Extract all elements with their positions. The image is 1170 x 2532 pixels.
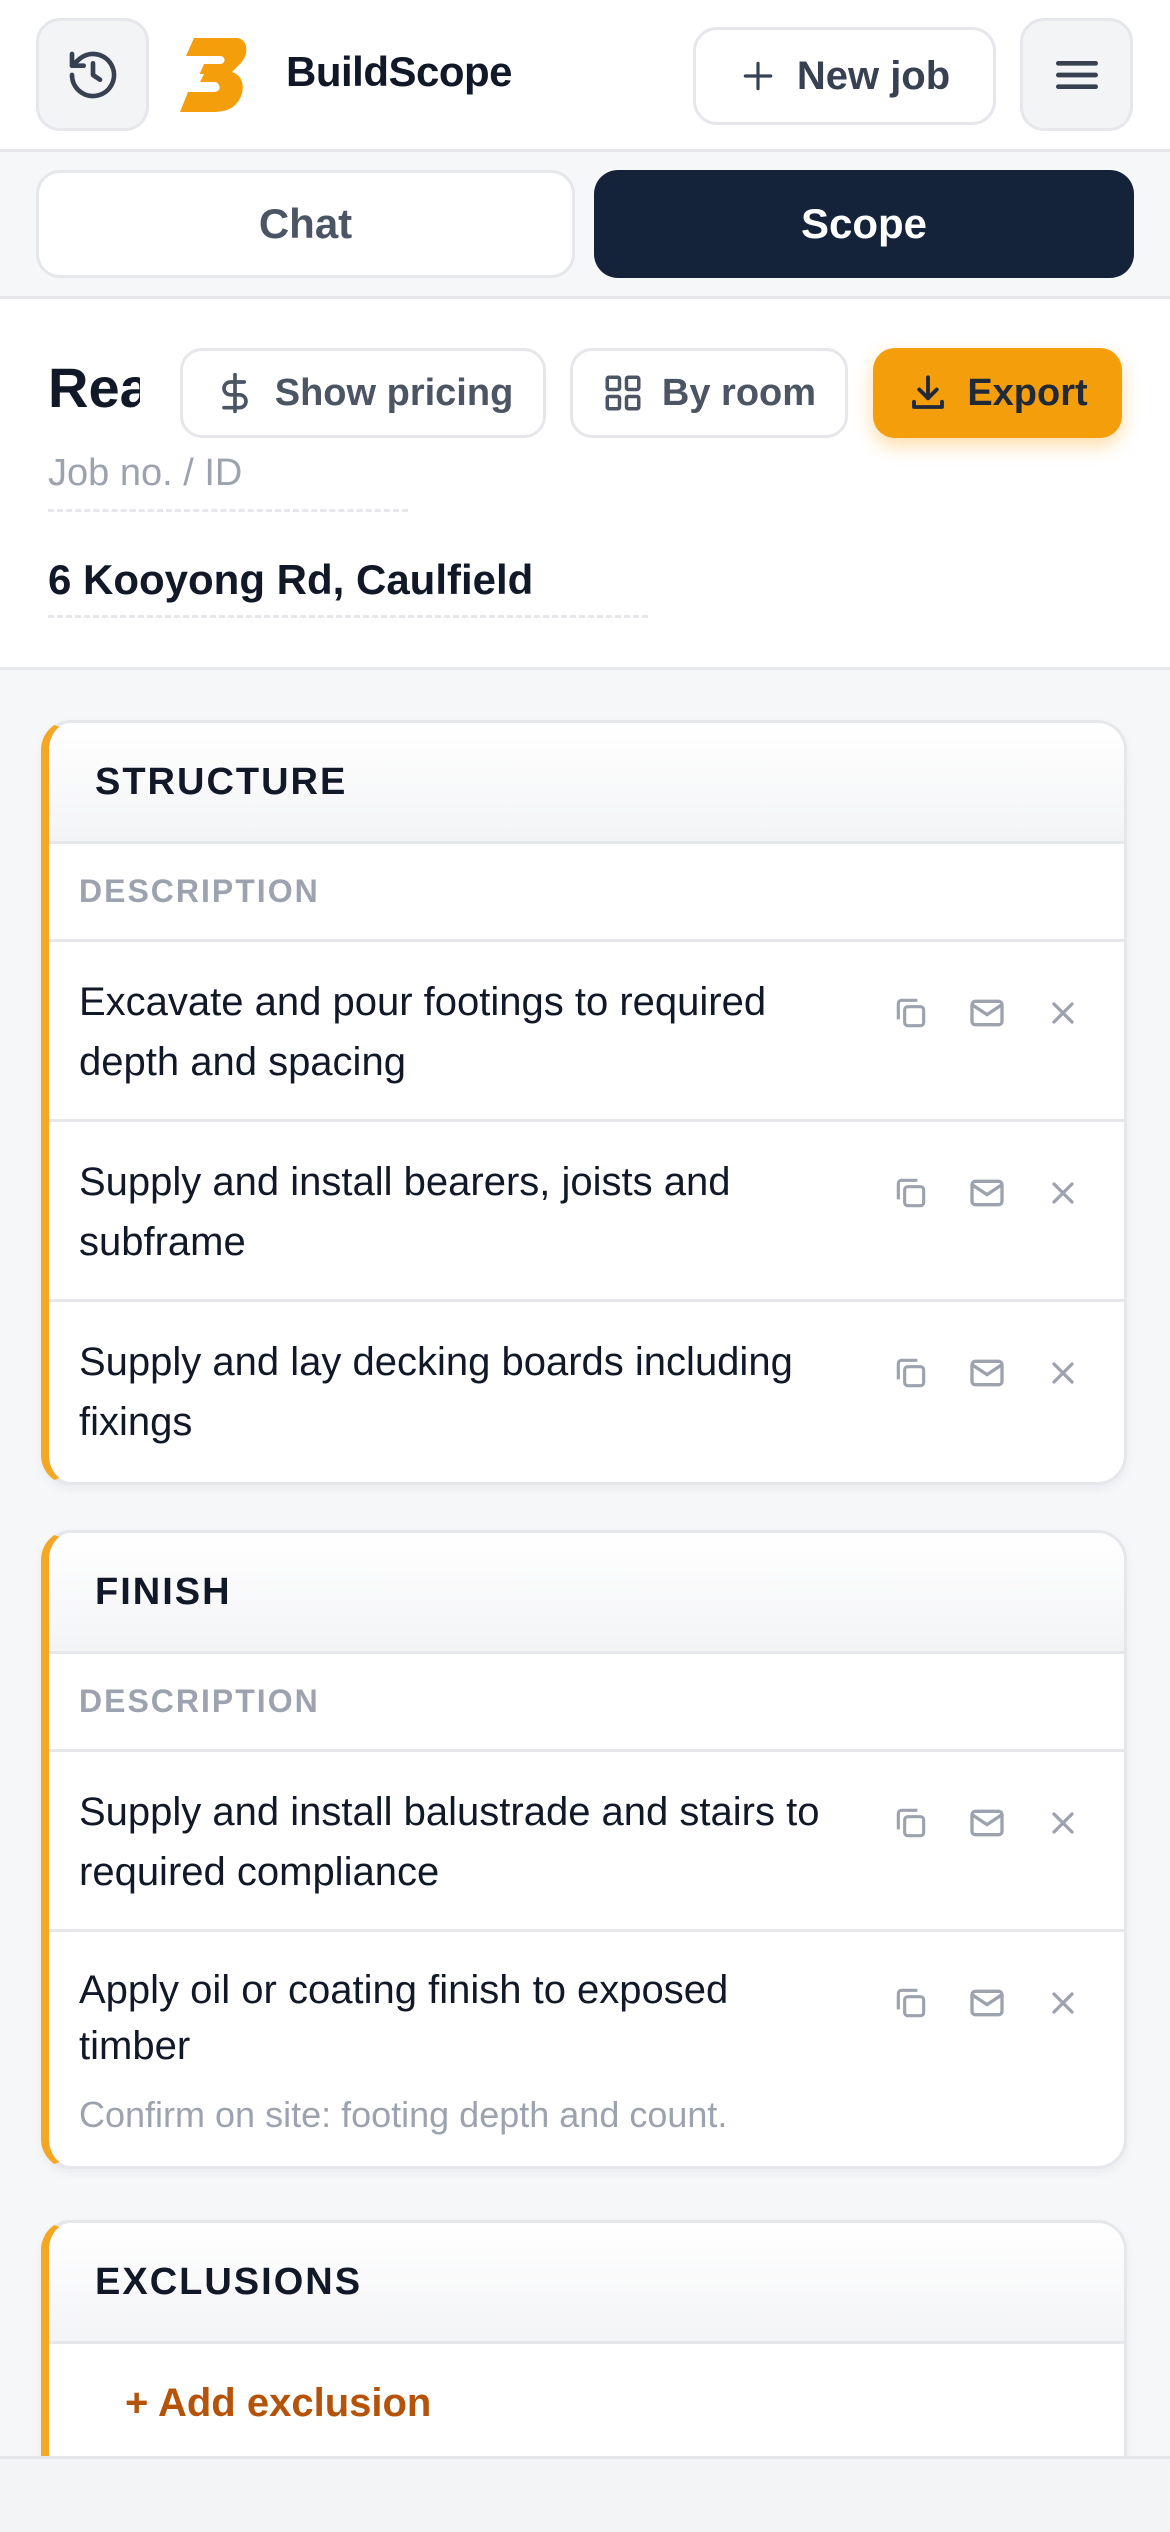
table-row: Supply and install bearers, joists and s… (49, 1122, 1124, 1302)
table-row: Excavate and pour footings to required d… (49, 942, 1124, 1122)
close-icon[interactable] (1042, 1352, 1084, 1394)
export-button[interactable]: Export (873, 348, 1122, 438)
grid-icon (605, 375, 641, 411)
scope-item-text[interactable]: Excavate and pour footings to required d… (79, 972, 839, 1092)
plus-icon (743, 61, 773, 91)
section-exclusions: EXCLUSIONS + Add exclusion (41, 2220, 1127, 2460)
brand-name: BuildScope (286, 48, 513, 95)
table-row: Apply oil or coating finish to exposed t… (49, 1932, 1124, 2166)
download-icon (912, 375, 945, 409)
history-button[interactable] (36, 18, 149, 131)
table-row: Supply and lay decking boards including … (49, 1302, 1124, 1482)
new-job-button[interactable]: New job (693, 27, 996, 125)
bottom-bar (0, 2456, 1170, 2532)
add-exclusion-link[interactable]: + Add exclusion (49, 2344, 1124, 2460)
new-job-label: New job (796, 53, 951, 98)
column-header-description: DESCRIPTION (49, 1654, 1124, 1752)
by-room-label: By room (661, 371, 817, 414)
tab-scope[interactable]: Scope (594, 170, 1134, 278)
section-structure: STRUCTURE DESCRIPTION Excavate and pour … (41, 720, 1127, 1485)
job-title[interactable]: Rea (48, 355, 140, 420)
mail-icon[interactable] (966, 1172, 1008, 1214)
copy-icon[interactable] (890, 1352, 932, 1394)
copy-icon[interactable] (890, 1802, 932, 1844)
mail-icon[interactable] (966, 1802, 1008, 1844)
scope-item-text[interactable]: Supply and install balustrade and stairs… (79, 1782, 839, 1902)
section-title: FINISH (49, 1533, 1124, 1654)
history-icon (69, 51, 116, 98)
mail-icon[interactable] (966, 992, 1008, 1034)
close-icon[interactable] (1042, 1982, 1084, 2024)
scope-item-text[interactable]: Supply and install bearers, joists and s… (79, 1152, 839, 1272)
section-title: STRUCTURE (49, 723, 1124, 844)
copy-icon[interactable] (890, 1172, 932, 1214)
view-tabs: Chat Scope (0, 152, 1170, 299)
mail-icon[interactable] (966, 1352, 1008, 1394)
dollar-icon (221, 372, 248, 414)
tab-chat[interactable]: Chat (36, 170, 575, 278)
buildscope-logo (174, 38, 247, 112)
show-pricing-button[interactable]: Show pricing (180, 348, 546, 438)
menu-button[interactable] (1020, 18, 1133, 131)
scope-item-text[interactable]: Supply and lay decking boards including … (79, 1332, 839, 1452)
show-pricing-label: Show pricing (274, 371, 514, 414)
close-icon[interactable] (1042, 992, 1084, 1034)
section-finish: FINISH DESCRIPTION Supply and install ba… (41, 1530, 1127, 2169)
table-row: Supply and install balustrade and stairs… (49, 1752, 1124, 1932)
copy-icon[interactable] (890, 992, 932, 1034)
job-header: Rea Show pricing By room Export Job no. … (0, 299, 1170, 670)
export-label: Export (967, 371, 1088, 414)
top-bar: BuildScope New job (0, 0, 1170, 152)
address-field[interactable]: 6 Kooyong Rd, Caulfield (48, 556, 648, 618)
close-icon[interactable] (1042, 1802, 1084, 1844)
scope-item-note: Confirm on site: footing depth and count… (79, 2094, 728, 2135)
section-title: EXCLUSIONS (49, 2223, 1124, 2344)
job-number-field[interactable]: Job no. / ID (48, 452, 408, 512)
close-icon[interactable] (1042, 1172, 1084, 1214)
column-header-description: DESCRIPTION (49, 844, 1124, 942)
scope-item-text[interactable]: Apply oil or coating finish to exposed t… (79, 1962, 839, 2074)
by-room-button[interactable]: By room (570, 348, 848, 438)
copy-icon[interactable] (890, 1982, 932, 2024)
mail-icon[interactable] (966, 1982, 1008, 2024)
hamburger-icon (1055, 60, 1098, 89)
